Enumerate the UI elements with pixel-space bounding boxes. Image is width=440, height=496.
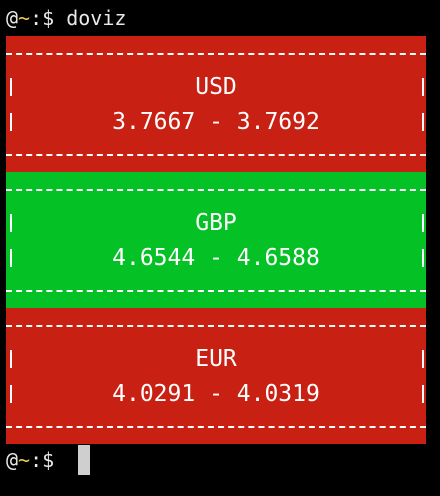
prompt-symbol: :$ bbox=[30, 6, 67, 30]
currency-panel-gbp: GBP 4.6544 - 4.6588 bbox=[6, 172, 426, 308]
prompt-home-dir: ~ bbox=[18, 6, 31, 30]
currency-rate: 4.0291 - 4.0319 bbox=[112, 381, 320, 407]
currency-panel-usd: USD 3.7667 - 3.7692 bbox=[6, 36, 426, 172]
dashed-divider bbox=[6, 189, 426, 191]
currency-panel-eur: EUR 4.0291 - 4.0319 bbox=[6, 308, 426, 444]
currency-rate: 4.6544 - 4.6588 bbox=[112, 245, 320, 271]
prompt-symbol: :$ bbox=[30, 448, 67, 472]
text-cursor bbox=[78, 445, 91, 475]
dashed-divider bbox=[6, 53, 426, 55]
dashed-divider bbox=[6, 290, 426, 292]
dashed-divider bbox=[6, 154, 426, 156]
currency-code: EUR bbox=[195, 346, 237, 372]
currency-rate: 3.7667 - 3.7692 bbox=[112, 109, 320, 135]
dashed-divider bbox=[6, 325, 426, 327]
command-line: @~:$ doviz bbox=[6, 6, 126, 30]
currency-code: GBP bbox=[195, 210, 237, 236]
currency-code: USD bbox=[195, 74, 237, 100]
dashed-divider bbox=[6, 426, 426, 428]
prompt-user: @ bbox=[6, 6, 19, 30]
command-text: doviz bbox=[66, 6, 127, 30]
prompt-user: @ bbox=[6, 448, 19, 472]
shell-prompt[interactable]: @~:$ bbox=[6, 445, 91, 475]
prompt-home-dir: ~ bbox=[18, 448, 31, 472]
